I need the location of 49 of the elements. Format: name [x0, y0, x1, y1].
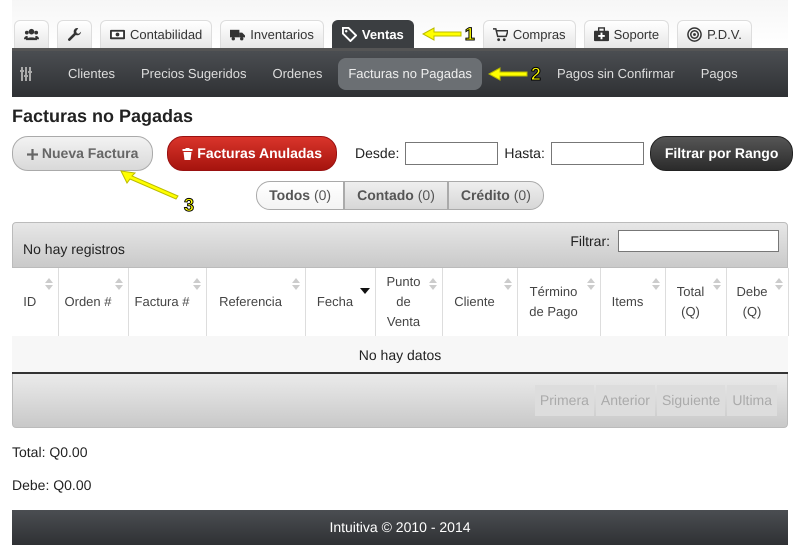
records-info: No hay registros	[23, 240, 125, 259]
arrow-icon	[120, 170, 180, 200]
money-icon	[110, 27, 125, 42]
sub-nav-link[interactable]: Pagos	[690, 58, 748, 90]
wrench-icon	[67, 27, 82, 42]
filter-segment[interactable]: Crédito (0)	[448, 181, 544, 210]
cart-icon	[492, 27, 508, 42]
nav-tab[interactable]: Compras	[482, 20, 576, 48]
nav-tab[interactable]	[14, 20, 49, 48]
footer-bar: Intuitiva © 2010 - 2014	[12, 510, 788, 545]
callout-number: 1	[464, 25, 475, 43]
nav-tab[interactable]: Inventarios	[220, 20, 324, 48]
from-date-field[interactable]	[405, 142, 498, 165]
arrow-icon	[488, 67, 528, 81]
sub-nav-link[interactable]: Pagos sin Confirmar	[546, 58, 685, 90]
trash-icon	[182, 148, 194, 160]
nav-tab[interactable]	[57, 20, 92, 48]
arrow-icon	[422, 27, 462, 41]
from-label: Desde:	[355, 144, 400, 163]
total-text: Debe: Q0.00	[12, 476, 92, 495]
nav-tab[interactable]: P.D.V.	[677, 20, 752, 48]
sub-nav-link[interactable]: Clientes	[58, 58, 125, 90]
page-title: Facturas no Pagadas	[12, 105, 194, 128]
sub-nav-link[interactable]: Precios Sugeridos	[130, 58, 256, 90]
empty-table-message: No hay datos	[12, 336, 788, 374]
nav-tab[interactable]: Contabilidad	[100, 20, 212, 48]
filter-segment[interactable]: Contado (0)	[344, 181, 448, 210]
target-icon	[687, 27, 702, 42]
to-label: Hasta:	[504, 144, 545, 163]
filter-segment[interactable]: Todos (0)	[256, 181, 344, 210]
filter-label: Filtrar:	[570, 232, 610, 250]
cancelled-invoices-button[interactable]: Facturas Anuladas	[167, 136, 338, 171]
sub-nav-link[interactable]: Ordenes	[262, 58, 332, 90]
total-text: Total: Q0.00	[12, 443, 88, 462]
to-date-field[interactable]	[550, 142, 644, 165]
sliders-icon[interactable]	[20, 67, 32, 81]
nav-tab[interactable]: Ventas	[332, 20, 414, 48]
new-invoice-button[interactable]: Nueva Factura	[12, 136, 154, 171]
truck-icon	[230, 27, 246, 42]
users-icon	[24, 27, 39, 42]
filter-range-button[interactable]: Filtrar por Rango	[650, 136, 794, 171]
tag-icon	[342, 27, 357, 42]
plus-icon	[27, 148, 38, 160]
sub-nav-link[interactable]: Facturas no Pagadas	[338, 58, 482, 90]
callout-number: 3	[184, 196, 194, 214]
nav-tab[interactable]: Soporte	[584, 20, 670, 48]
callout-number: 2	[530, 65, 541, 83]
filter-field[interactable]	[618, 230, 779, 252]
medkit-icon	[594, 27, 609, 42]
